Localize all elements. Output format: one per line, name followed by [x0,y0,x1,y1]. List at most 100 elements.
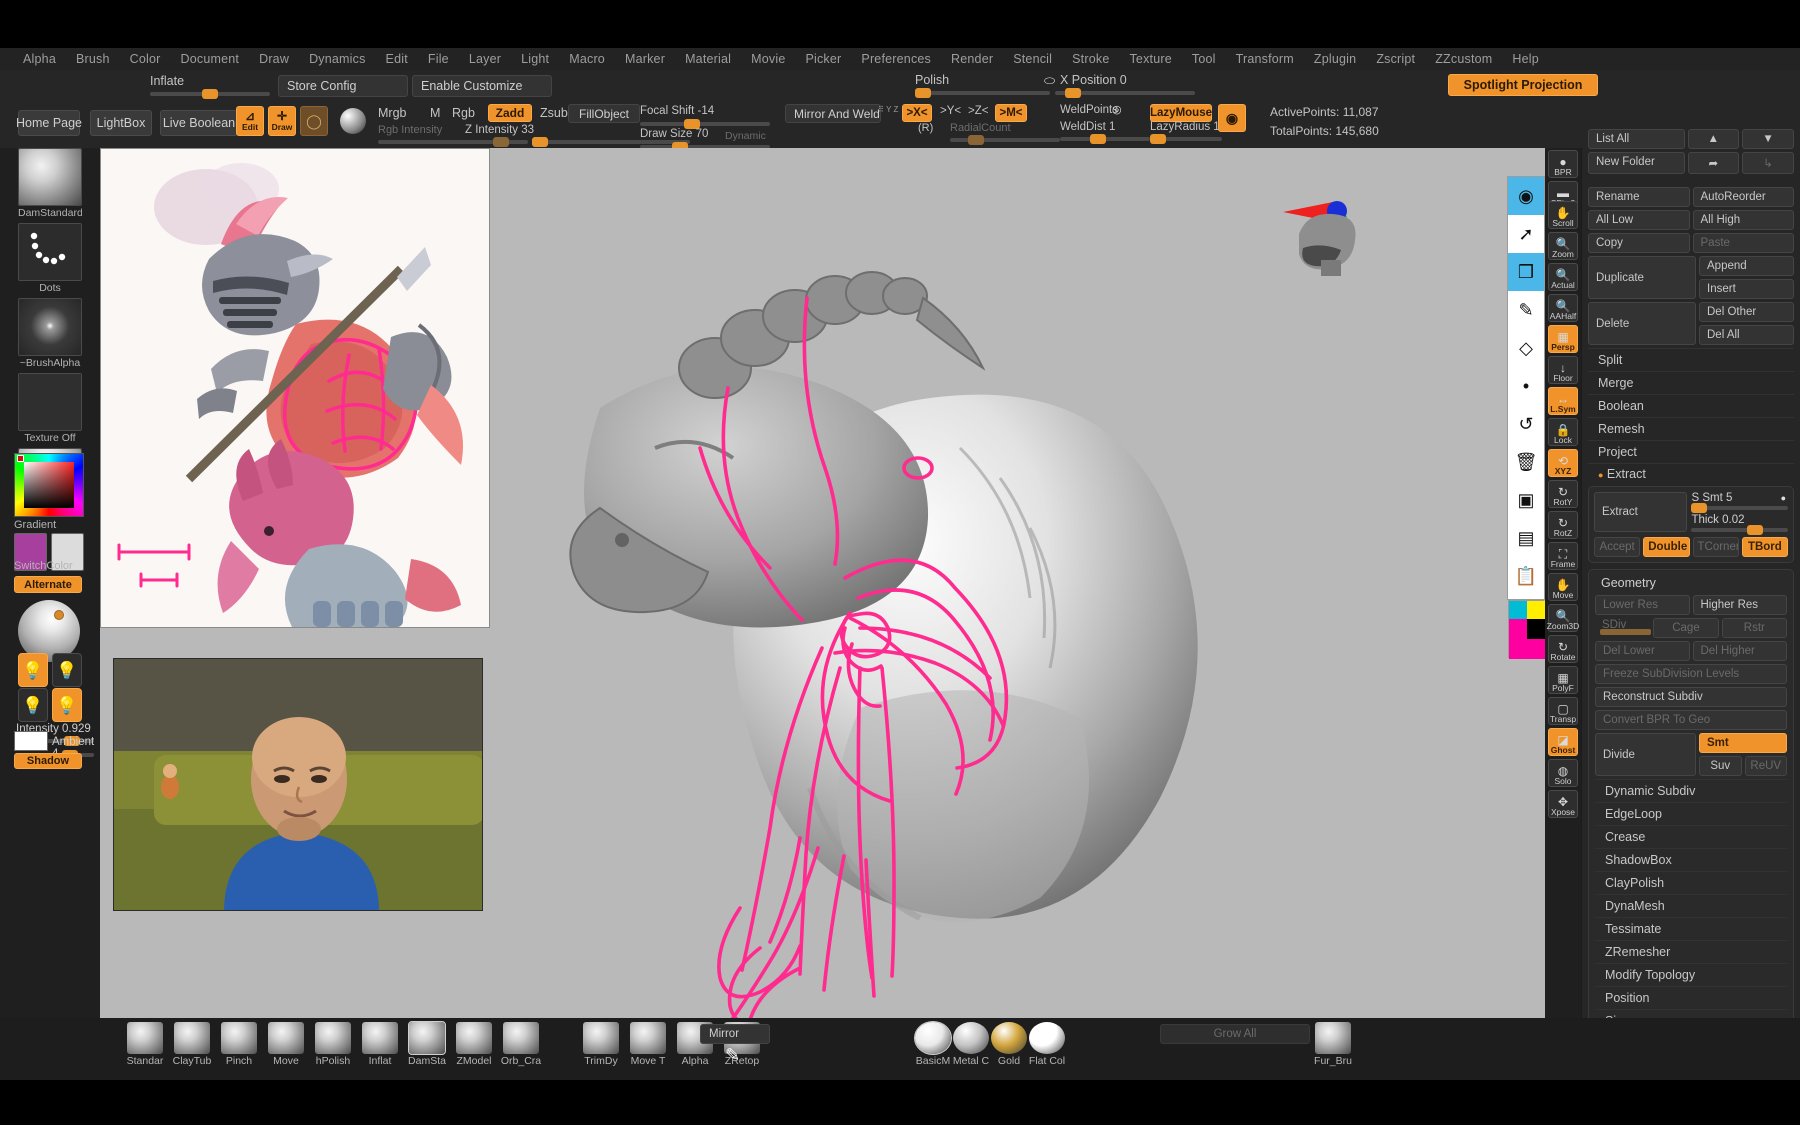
mirror-and-weld-button[interactable]: Mirror And Weld [785,104,881,123]
menu-item-zzcustom[interactable]: ZZcustom [1426,50,1501,68]
insert-button[interactable]: Insert [1699,279,1794,299]
m-label[interactable]: M [430,106,440,120]
zadd-button[interactable]: Zadd [488,104,532,122]
move-down-button[interactable]: ▼ [1742,129,1794,149]
tcorner-button[interactable]: TCorner [1692,537,1739,557]
canvas-tool-strip[interactable]: ◉ ➚ ❒ ✎ ◇ • ↺ 🗑 ▣ ▤ 📋 [1507,176,1545,600]
list-all-button[interactable]: List All [1588,129,1685,149]
brush-item-zmodel[interactable]: ZModel [451,1022,497,1067]
x-position-slider[interactable] [1055,88,1195,98]
lower-res-button[interactable]: Lower Res [1595,595,1690,615]
right-tool-rotz[interactable]: ↻ RotZ [1548,511,1578,539]
switch-color-label[interactable]: SwitchColor [14,560,73,572]
convert-bpr-button[interactable]: Convert BPR To Geo [1595,710,1787,730]
right-tool-l-sym[interactable]: ↔ L.Sym [1548,387,1578,415]
lightbox-button[interactable]: LightBox [90,110,152,136]
menu-item-zscript[interactable]: Zscript [1367,50,1424,68]
thick-slider[interactable] [1691,525,1788,535]
right-tool-move[interactable]: ✋ Move [1548,573,1578,601]
del-other-button[interactable]: Del Other [1699,302,1794,322]
screen-icon[interactable]: ▣ [1508,481,1544,519]
right-tool-transp[interactable]: ▢ Transp [1548,697,1578,725]
cmyk-swatch[interactable] [1508,600,1545,659]
brush-thumbnail[interactable] [127,1022,163,1054]
light-slot-1[interactable]: 💡 [18,653,48,687]
material-thumbnail[interactable] [953,1022,989,1054]
new-folder-button[interactable]: New Folder [1588,152,1685,174]
right-tool-zoom3d[interactable]: 🔍 Zoom3D [1547,604,1579,632]
menu-item-movie[interactable]: Movie [742,50,794,68]
del-all-button[interactable]: Del All [1699,325,1794,345]
subtool-op-remesh[interactable]: Remesh [1588,417,1794,440]
shadow-button[interactable]: Shadow [14,753,82,769]
cursor-icon[interactable]: ➚ [1508,215,1544,253]
weld-points-toggle-icon[interactable]: ◎ [1112,103,1122,116]
right-tool-scroll[interactable]: ✋ Scroll [1548,201,1578,229]
stamp-icon[interactable]: ❒ [1508,253,1544,291]
light-slot-4[interactable]: 💡 [52,688,82,722]
right-tool-frame[interactable]: ⛶ Frame [1548,542,1578,570]
geometry-item-edgeloop[interactable]: EdgeLoop [1595,802,1787,825]
geometry-item-position[interactable]: Position [1595,986,1787,1009]
append-button[interactable]: Append [1699,256,1794,276]
menu-item-alpha[interactable]: Alpha [14,50,65,68]
yin-yang-icon[interactable] [340,108,366,134]
geometry-item-tessimate[interactable]: Tessimate [1595,917,1787,940]
brush-item-claytub[interactable]: ClayTub [169,1022,215,1067]
menu-item-stencil[interactable]: Stencil [1004,50,1061,68]
menu-item-layer[interactable]: Layer [460,50,510,68]
menu-item-preferences[interactable]: Preferences [852,50,940,68]
duplicate-button[interactable]: Duplicate [1588,256,1696,299]
s-smt-slider[interactable] [1691,503,1788,513]
brush-tile[interactable]: DamStandard [18,148,82,219]
menu-item-macro[interactable]: Macro [560,50,614,68]
menu-item-zplugin[interactable]: Zplugin [1305,50,1365,68]
reconstruct-subdiv-button[interactable]: Reconstruct Subdiv [1595,687,1787,707]
right-tool-aahalf[interactable]: 🔍 AAHalf [1548,294,1578,322]
all-high-button[interactable]: All High [1692,210,1794,230]
geometry-item-crease[interactable]: Crease [1595,825,1787,848]
polish-slider[interactable] [915,88,1050,98]
brush-item-move[interactable]: Move [263,1022,309,1067]
edit-button[interactable]: ⊿ Edit [236,106,264,136]
geometry-item-modify-topology[interactable]: Modify Topology [1595,963,1787,986]
eye-icon[interactable]: ◉ [1508,177,1544,215]
menu-item-render[interactable]: Render [942,50,1002,68]
delete-button[interactable]: Delete [1588,302,1696,345]
axis-x-button[interactable]: >X< [902,104,932,122]
live-boolean-button[interactable]: Live Boolean [160,110,238,136]
alpha-tile[interactable]: ~BrushAlpha [18,298,82,369]
dynamic-label[interactable]: Dynamic [725,130,766,142]
reuv-button[interactable]: ReUV [1744,756,1787,776]
del-higher-button[interactable]: Del Higher [1692,641,1787,661]
smt-button[interactable]: Smt [1699,733,1787,753]
extract-header[interactable]: ● Extract [1588,463,1794,484]
geometry-item-shadowbox[interactable]: ShadowBox [1595,848,1787,871]
brush-thumbnail[interactable] [583,1022,619,1054]
right-tool-xpose[interactable]: ✥ Xpose [1548,790,1578,818]
z-intensity-slider[interactable] [532,137,690,147]
rgb-label[interactable]: Rgb [452,106,475,120]
fill-object-button[interactable]: FillObject [568,104,640,123]
axis-m-button[interactable]: >M< [995,104,1027,122]
light-slot-3[interactable]: 💡 [18,688,48,722]
divide-button[interactable]: Divide [1595,733,1696,776]
eraser-icon[interactable]: ◇ [1508,329,1544,367]
alternate-button[interactable]: Alternate [14,576,82,593]
nav-thumbnail[interactable] [1287,204,1367,282]
brush-thumbnail[interactable] [503,1022,539,1054]
geometry-item-dynamesh[interactable]: DynaMesh [1595,894,1787,917]
light-slot-2[interactable]: 💡 [52,653,82,687]
menu-item-help[interactable]: Help [1503,50,1548,68]
mrgb-label[interactable]: Mrgb [378,106,406,120]
menu-item-document[interactable]: Document [172,50,249,68]
material-thumbnail[interactable] [914,1021,952,1055]
right-tool-roty[interactable]: ↻ RotY [1548,480,1578,508]
stroke-tile[interactable]: Dots [18,223,82,294]
brush-item-pinch[interactable]: Pinch [216,1022,262,1067]
lazy-mouse-button[interactable]: LazyMouse [1150,104,1212,122]
menu-item-stroke[interactable]: Stroke [1063,50,1118,68]
all-low-button[interactable]: All Low [1588,210,1690,230]
menu-item-texture[interactable]: Texture [1120,50,1180,68]
zsub-label[interactable]: Zsub [540,106,568,120]
